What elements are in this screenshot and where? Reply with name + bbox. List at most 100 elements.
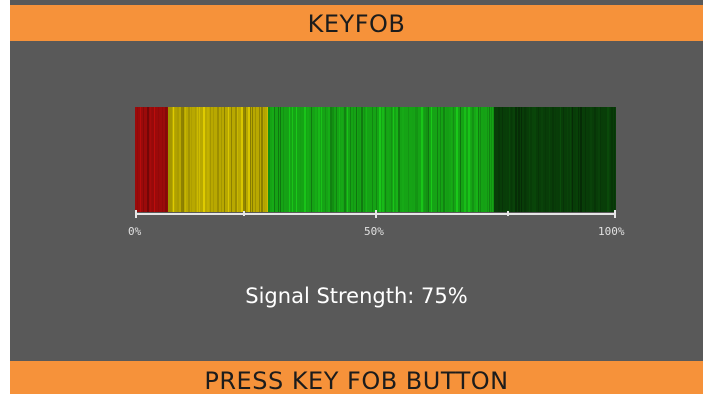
meter-stripe-157 [585, 107, 586, 212]
meter-stripe-35 [237, 107, 238, 212]
meter-stripe-111 [456, 107, 458, 212]
meter-stripe-108 [448, 107, 449, 212]
meter-stripe-61 [315, 107, 317, 212]
meter-stripe-60 [311, 107, 312, 212]
meter-stripe-64 [325, 107, 326, 212]
scale-label-max: 100% [598, 225, 625, 238]
meter-stripe-109 [451, 107, 452, 212]
meter-stripe-62 [318, 107, 320, 212]
meter-stripe-52 [283, 107, 284, 212]
meter-stripe-134 [518, 107, 520, 212]
meter-stripe-97 [417, 107, 418, 212]
meter-stripe-78 [361, 107, 363, 212]
meter-stripe-31 [224, 107, 225, 212]
meter-stripe-167 [614, 107, 615, 212]
meter-stripe-22 [195, 107, 196, 212]
meter-stripe-154 [578, 107, 579, 212]
keyfob-screen: KEYFOB 0% 50% 100% Signal Strength: 75% … [10, 0, 703, 395]
meter-stripe-164 [607, 107, 609, 212]
meter-stripe-139 [532, 107, 534, 212]
meter-stripe-93 [405, 107, 406, 212]
meter-stripe-66 [330, 107, 332, 212]
meter-stripe-117 [474, 107, 476, 212]
meter-stripe-81 [370, 107, 371, 212]
meter-stripe-74 [350, 107, 351, 212]
meter-stripe-75 [353, 107, 354, 212]
meter-stripe-92 [402, 107, 404, 212]
meter-stripe-5 [150, 107, 151, 212]
meter-stripe-63 [321, 107, 322, 212]
scale-label-mid: 50% [364, 225, 384, 238]
signal-meter [135, 107, 616, 212]
meter-stripe-67 [332, 107, 334, 212]
meter-stripe-11 [167, 107, 168, 212]
meter-stripe-82 [372, 107, 373, 212]
signal-meter-bars [135, 107, 616, 212]
meter-stripe-26 [207, 107, 209, 212]
meter-stripe-53 [286, 107, 288, 212]
meter-stripe-83 [376, 107, 377, 212]
meter-stripe-159 [590, 107, 592, 212]
meter-stripe-50 [278, 107, 279, 212]
meter-stripe-58 [304, 107, 306, 212]
meter-stripe-123 [489, 107, 490, 212]
meter-stripe-161 [598, 107, 600, 212]
meter-stripe-24 [199, 107, 200, 212]
meter-stripe-128 [502, 107, 503, 212]
meter-stripe-10 [165, 107, 167, 212]
meter-stripe-156 [582, 107, 583, 212]
meter-stripe-126 [494, 107, 495, 212]
meter-stripe-132 [513, 107, 515, 212]
meter-stripe-125 [493, 107, 494, 212]
meter-stripe-33 [231, 107, 232, 212]
title-bar: KEYFOB [10, 5, 703, 41]
page-title: KEYFOB [307, 10, 406, 38]
meter-stripe-144 [549, 107, 550, 212]
meter-stripe-113 [464, 107, 466, 212]
meter-stripe-137 [526, 107, 527, 212]
meter-stripe-91 [398, 107, 400, 212]
meter-stripe-55 [292, 107, 293, 212]
meter-stripe-160 [594, 107, 596, 212]
meter-stripe-103 [435, 107, 437, 212]
scale-tick-25 [243, 211, 245, 216]
meter-stripe-34 [235, 107, 237, 212]
meter-stripe-105 [440, 107, 441, 212]
meter-stripe-133 [515, 107, 517, 212]
meter-stripe-42 [255, 107, 256, 212]
meter-stripe-88 [391, 107, 392, 212]
meter-stripe-18 [183, 107, 184, 212]
meter-stripe-27 [210, 107, 211, 212]
signal-scale: 0% 50% 100% [128, 210, 625, 245]
meter-stripe-112 [460, 107, 461, 212]
meter-stripe-49 [274, 107, 275, 212]
meter-stripe-150 [567, 107, 568, 212]
meter-stripe-38 [245, 107, 246, 212]
meter-stripe-46 [267, 107, 268, 212]
meter-stripe-1 [137, 107, 138, 212]
meter-stripe-136 [524, 107, 526, 212]
scale-label-min: 0% [128, 225, 142, 238]
meter-stripe-165 [609, 107, 610, 212]
meter-stripe-153 [576, 107, 578, 212]
meter-stripe-25 [203, 107, 205, 212]
meter-stripe-127 [498, 107, 500, 212]
meter-stripe-19 [185, 107, 186, 212]
meter-stripe-21 [191, 107, 192, 212]
meter-stripe-162 [600, 107, 601, 212]
meter-stripe-151 [570, 107, 571, 212]
meter-stripe-95 [412, 107, 414, 212]
signal-strength-text: Signal Strength: 75% [245, 284, 468, 308]
meter-stripe-124 [491, 107, 492, 212]
meter-stripe-20 [188, 107, 190, 212]
meter-stripe-59 [307, 107, 309, 212]
meter-stripe-0 [135, 107, 136, 212]
scale-tick-0 [135, 210, 137, 218]
meter-stripe-115 [470, 107, 471, 212]
meter-stripe-17 [181, 107, 183, 212]
meter-stripe-84 [379, 107, 381, 212]
meter-stripe-56 [296, 107, 297, 212]
meter-stripe-158 [588, 107, 589, 212]
meter-stripe-47 [268, 107, 270, 212]
meter-stripe-101 [428, 107, 429, 212]
